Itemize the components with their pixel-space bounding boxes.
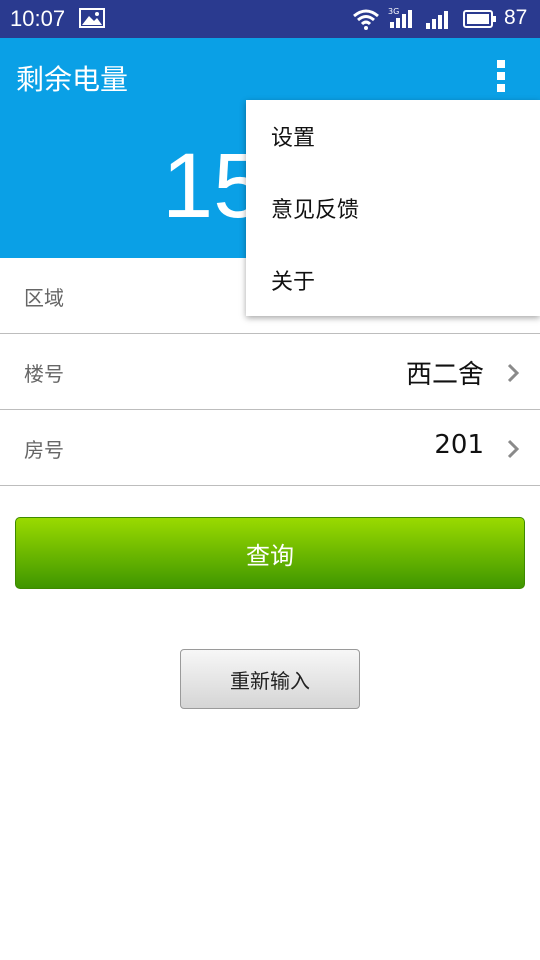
wifi-icon [353, 9, 379, 30]
svg-text:3G: 3G [388, 7, 399, 16]
battery-level: 87 [504, 6, 528, 29]
overflow-menu-icon[interactable] [492, 60, 510, 96]
image-notification-icon [79, 8, 105, 28]
signal-bars-icon [426, 11, 448, 29]
building-label: 楼号 [24, 362, 64, 386]
reset-button[interactable]: 重新输入 [180, 649, 360, 709]
building-value: 西二舍 [405, 360, 484, 390]
query-button[interactable]: 查询 [15, 517, 525, 589]
chevron-right-icon [507, 439, 520, 459]
status-time: 10:07 [10, 6, 66, 31]
building-row[interactable]: 楼号 西二舍 [0, 334, 540, 410]
page-title: 剩余电量 [16, 63, 129, 96]
menu-item-about[interactable]: 关于 [246, 244, 540, 316]
battery-icon [463, 10, 496, 28]
area-label: 区域 [24, 286, 64, 310]
chevron-right-icon [507, 363, 520, 383]
overflow-menu: 设置 意见反馈 关于 [246, 100, 540, 316]
menu-item-feedback[interactable]: 意见反馈 [246, 172, 540, 244]
room-label: 房号 [24, 438, 64, 462]
room-value: 201 [434, 430, 484, 460]
menu-item-settings[interactable]: 设置 [246, 100, 540, 172]
status-bar: 10:07 3G 87 [0, 0, 540, 38]
mobile-signal-3g-icon: 3G [388, 7, 412, 28]
room-row[interactable]: 房号 201 [0, 410, 540, 486]
